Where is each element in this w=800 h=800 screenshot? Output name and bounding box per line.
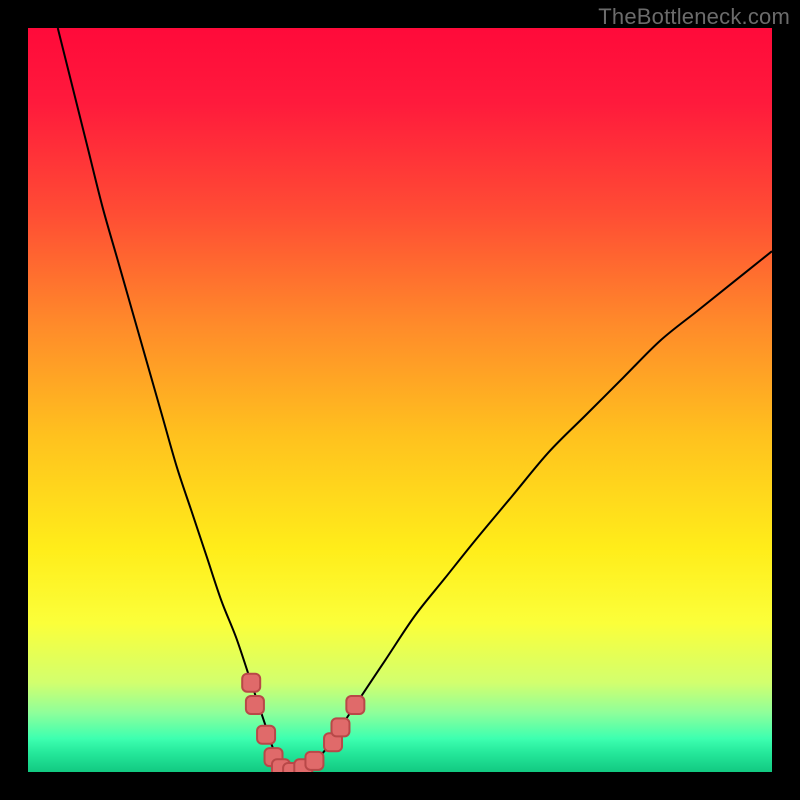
chart-frame: TheBottleneck.com	[0, 0, 800, 800]
marker-point	[331, 718, 349, 736]
bottleneck-chart	[28, 28, 772, 772]
marker-point	[346, 696, 364, 714]
watermark-text: TheBottleneck.com	[598, 4, 790, 30]
plot-area	[28, 28, 772, 772]
marker-point	[257, 726, 275, 744]
gradient-background	[28, 28, 772, 772]
marker-point	[242, 674, 260, 692]
marker-point	[305, 752, 323, 770]
marker-point	[246, 696, 264, 714]
